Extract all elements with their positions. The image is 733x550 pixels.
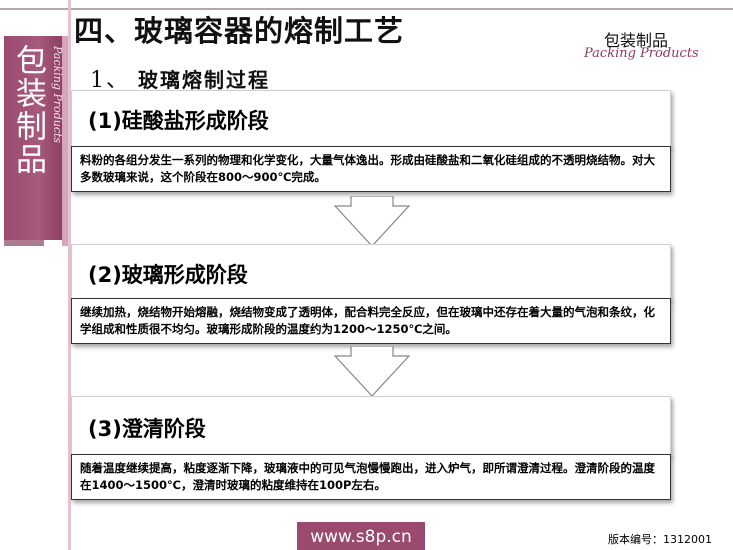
- stage-3-description: 随着温度继续提高，粘度逐渐下降，玻璃液中的可见气泡慢慢跑出，进入炉气，即所谓澄清…: [71, 454, 671, 500]
- stage-2-label: (2)玻璃形成阶段: [88, 263, 248, 287]
- down-arrow-1: [333, 196, 411, 247]
- stage-1-description: 料粉的各组分发生一系列的物理和化学变化，大量气体逸出。形成由硅酸盐和二氧化硅组成…: [71, 146, 671, 192]
- footer-website[interactable]: www.s8p.cn: [297, 522, 425, 550]
- subtitle-text: 玻璃熔制过程: [138, 68, 270, 92]
- stage-3-label: (3)澄清阶段: [88, 417, 206, 441]
- down-arrow-2: [333, 346, 411, 397]
- stage-1-label: (1)硅酸盐形成阶段: [88, 109, 269, 133]
- stage-2-description: 继续加热，烧结物开始熔融，烧结物变成了透明体，配合料完全反应，但在玻璃中还存在着…: [71, 298, 671, 344]
- stage-3-header: (3)澄清阶段: [71, 396, 671, 456]
- side-decoration: 包装制品 Packing Products: [0, 0, 72, 550]
- side-lower-stripe: [4, 240, 44, 246]
- side-brand-text: 包装制品: [10, 44, 46, 176]
- stage-1-header: (1)硅酸盐形成阶段: [71, 90, 671, 148]
- page-title: 四、玻璃容器的熔制工艺: [74, 14, 405, 48]
- side-brand-script: Packing Products: [51, 46, 64, 144]
- version-number: 版本编号：1312001: [608, 533, 712, 546]
- brand-script: Packing Products: [584, 46, 699, 61]
- stage-2-header: (2)玻璃形成阶段: [71, 244, 671, 300]
